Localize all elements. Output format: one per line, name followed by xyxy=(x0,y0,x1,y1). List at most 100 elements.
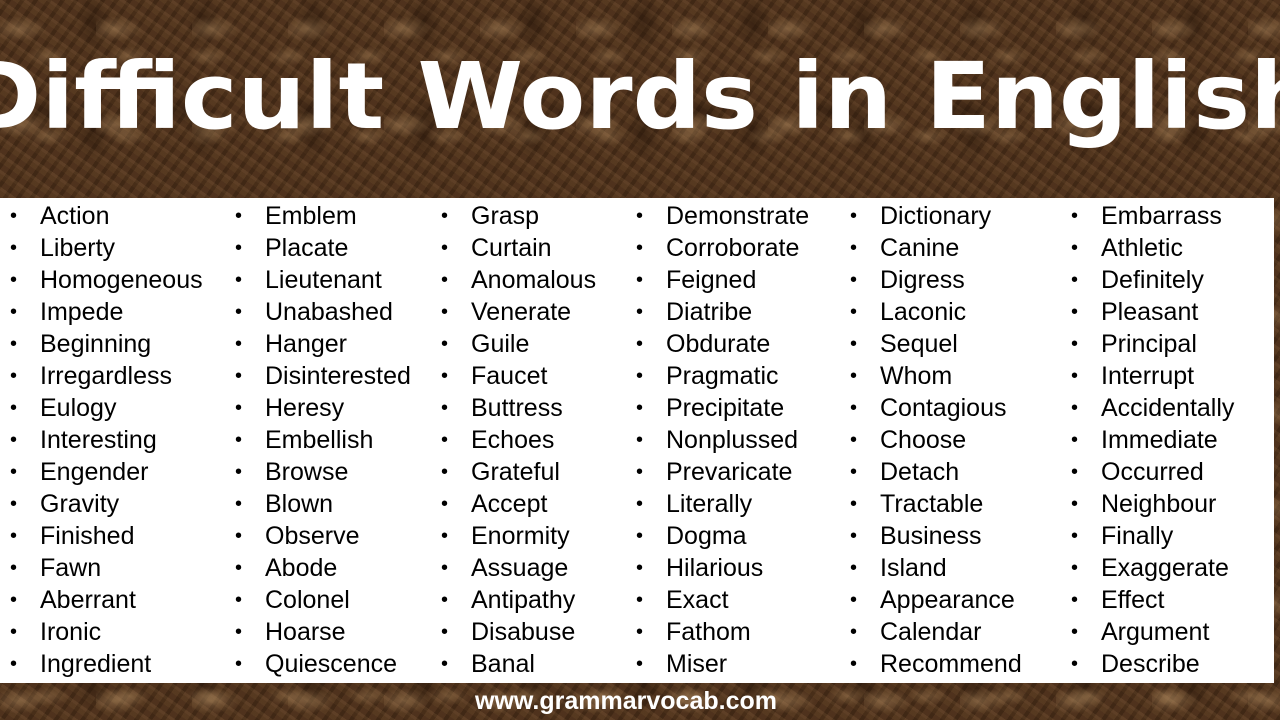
word-text: Assuage xyxy=(471,554,569,582)
word-text: Venerate xyxy=(471,298,572,326)
list-item: • Echoes xyxy=(441,424,596,456)
word-text: Occurred xyxy=(1101,458,1204,486)
list-item: • Recommend xyxy=(850,648,1022,680)
word-text: Athletic xyxy=(1101,234,1183,262)
list-item: • Heresy xyxy=(235,392,411,424)
bullet-icon: • xyxy=(441,397,449,419)
word-text: Beginning xyxy=(40,330,152,358)
list-item: • Dogma xyxy=(636,520,809,552)
bullet-icon: • xyxy=(10,301,18,323)
word-text: Observe xyxy=(265,522,360,550)
word-text: Canine xyxy=(880,234,960,262)
bullet-icon: • xyxy=(636,493,644,515)
list-item: • Neighbour xyxy=(1071,488,1234,520)
word-text: Demonstrate xyxy=(666,202,810,230)
word-text: Blown xyxy=(265,490,334,518)
word-text: Contagious xyxy=(880,394,1007,422)
word-column-6: • Embarrass • Athletic • Definitely • Pleasant •… xyxy=(1071,200,1234,680)
list-item: • Homogeneous xyxy=(10,264,203,296)
word-text: Laconic xyxy=(880,298,967,326)
bullet-icon: • xyxy=(235,557,243,579)
list-item: • Anomalous xyxy=(441,264,596,296)
bullet-icon: • xyxy=(636,557,644,579)
list-item: • Faucet xyxy=(441,360,596,392)
bullet-icon: • xyxy=(1071,557,1079,579)
word-text: Heresy xyxy=(265,394,345,422)
list-item: • Exact xyxy=(636,584,809,616)
bullet-icon: • xyxy=(441,429,449,451)
bullet-icon: • xyxy=(1071,237,1079,259)
bullet-icon: • xyxy=(235,525,243,547)
word-column-4: • Demonstrate • Corroborate • Feigned • Diatrib… xyxy=(636,200,809,680)
bullet-icon: • xyxy=(1071,589,1079,611)
bullet-icon: • xyxy=(10,621,18,643)
word-text: Engender xyxy=(40,458,149,486)
word-text: Accept xyxy=(471,490,548,518)
word-text: Embellish xyxy=(265,426,374,454)
word-text: Browse xyxy=(265,458,349,486)
list-item: • Lieutenant xyxy=(235,264,411,296)
bullet-icon: • xyxy=(441,493,449,515)
list-item: • Hoarse xyxy=(235,616,411,648)
list-item: • Disabuse xyxy=(441,616,596,648)
list-item: • Aberrant xyxy=(10,584,203,616)
bullet-icon: • xyxy=(10,269,18,291)
list-item: • Tractable xyxy=(850,488,1022,520)
list-item: • Curtain xyxy=(441,232,596,264)
list-item: • Effect xyxy=(1071,584,1234,616)
list-item: • Laconic xyxy=(850,296,1022,328)
bullet-icon: • xyxy=(636,269,644,291)
bullet-icon: • xyxy=(441,653,449,675)
list-item: • Describe xyxy=(1071,648,1234,680)
list-item: • Literally xyxy=(636,488,809,520)
list-item: • Feigned xyxy=(636,264,809,296)
bullet-icon: • xyxy=(235,653,243,675)
list-item: • Beginning xyxy=(10,328,203,360)
bullet-icon: • xyxy=(235,301,243,323)
word-text: Precipitate xyxy=(666,394,785,422)
bullet-icon: • xyxy=(636,301,644,323)
word-text: Unabashed xyxy=(265,298,393,326)
list-item: • Finally xyxy=(1071,520,1234,552)
list-item: • Accept xyxy=(441,488,596,520)
list-item: • Hilarious xyxy=(636,552,809,584)
list-item: • Colonel xyxy=(235,584,411,616)
word-text: Diatribe xyxy=(666,298,753,326)
list-item: • Guile xyxy=(441,328,596,360)
bullet-icon: • xyxy=(441,205,449,227)
word-text: Digress xyxy=(880,266,965,294)
word-text: Disinterested xyxy=(265,362,411,390)
bullet-icon: • xyxy=(1071,525,1079,547)
bullet-icon: • xyxy=(850,589,858,611)
word-text: Whom xyxy=(880,362,953,390)
bullet-icon: • xyxy=(441,557,449,579)
bullet-icon: • xyxy=(235,621,243,643)
bullet-icon: • xyxy=(10,333,18,355)
word-text: Choose xyxy=(880,426,967,454)
bullet-icon: • xyxy=(850,653,858,675)
list-item: • Immediate xyxy=(1071,424,1234,456)
word-text: Interesting xyxy=(40,426,157,454)
word-text: Embarrass xyxy=(1101,202,1222,230)
list-item: • Accidentally xyxy=(1071,392,1234,424)
bullet-icon: • xyxy=(850,429,858,451)
bullet-icon: • xyxy=(850,365,858,387)
word-text: Tractable xyxy=(880,490,984,518)
bullet-icon: • xyxy=(441,269,449,291)
list-item: • Embellish xyxy=(235,424,411,456)
list-item: • Digress xyxy=(850,264,1022,296)
list-item: • Venerate xyxy=(441,296,596,328)
bullet-icon: • xyxy=(636,653,644,675)
list-item: • Placate xyxy=(235,232,411,264)
bullet-icon: • xyxy=(850,461,858,483)
word-text: Interrupt xyxy=(1101,362,1195,390)
bullet-icon: • xyxy=(1071,269,1079,291)
word-text: Liberty xyxy=(40,234,116,262)
bullet-icon: • xyxy=(441,237,449,259)
list-item: • Calendar xyxy=(850,616,1022,648)
word-text: Banal xyxy=(471,650,535,678)
word-text: Appearance xyxy=(880,586,1015,614)
word-text: Hilarious xyxy=(666,554,764,582)
list-item: • Island xyxy=(850,552,1022,584)
word-text: Detach xyxy=(880,458,960,486)
